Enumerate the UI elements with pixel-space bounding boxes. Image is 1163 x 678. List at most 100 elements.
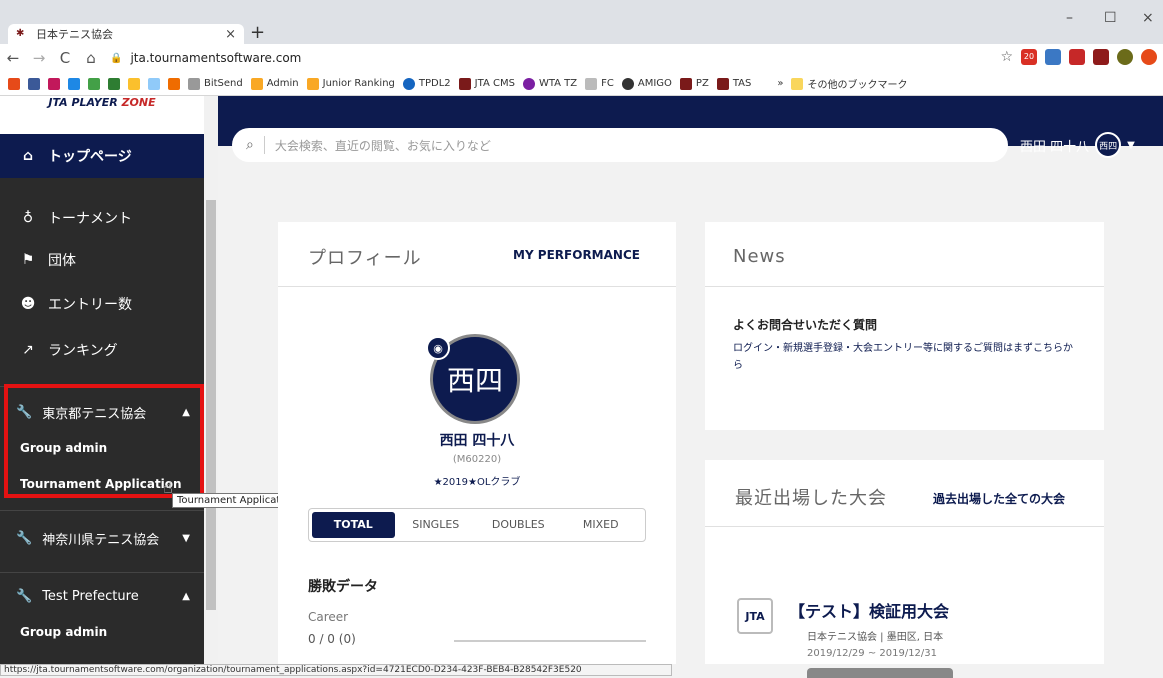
- extension-area: ☆ 20: [1000, 49, 1157, 65]
- other-bookmarks-folder[interactable]: その他のブックマーク: [791, 76, 907, 91]
- sidebar-item-top-page[interactable]: ⌂ トップページ: [0, 134, 204, 178]
- reload-icon[interactable]: C: [52, 49, 78, 67]
- browser-tab[interactable]: ✱ 日本テニス協会 ×: [8, 24, 244, 44]
- address-bar-row: ← → C ⌂ 🔒 jta.tournamentsoftware.com ☆ 2…: [0, 44, 1163, 72]
- faq-heading[interactable]: よくお問合せいただく質問: [733, 316, 877, 333]
- bookmark-amigo[interactable]: AMIGO: [621, 77, 672, 90]
- group-kanagawa: 🔧 神奈川県テニス協会 ▼: [0, 520, 204, 556]
- sidebar-item-entries[interactable]: ☻ エントリー数: [0, 282, 204, 326]
- divider: [705, 526, 1104, 527]
- tab-title: 日本テニス協会: [36, 28, 113, 41]
- url-field[interactable]: jta.tournamentsoftware.com: [130, 51, 301, 65]
- home-icon: ⌂: [22, 148, 34, 164]
- my-performance-link[interactable]: MY PERFORMANCE: [513, 248, 640, 262]
- mail-extension-icon[interactable]: 20: [1021, 49, 1037, 65]
- divider: [278, 286, 676, 287]
- faq-description[interactable]: ログイン・新規選手登録・大会エントリー等に関するご質問はまずこちらから: [733, 340, 1073, 374]
- chart-icon: ↗: [22, 342, 34, 358]
- sidebar-item-team[interactable]: ⚑ 団体: [0, 238, 204, 282]
- star-bookmark-icon[interactable]: ☆: [1000, 49, 1013, 65]
- recent-title: 最近出場した大会: [735, 488, 887, 509]
- lock-icon: 🔒: [110, 52, 123, 64]
- club-name[interactable]: ★2019★OLクラブ: [278, 473, 676, 488]
- career-value: 0 / 0 (0): [308, 632, 356, 646]
- highlight-box: [4, 384, 204, 498]
- bookmark-icon[interactable]: [8, 77, 20, 90]
- group-test-prefecture: 🔧 Test Prefecture ▲ Group admin: [0, 578, 204, 650]
- player-name: 西田 四十八: [439, 433, 515, 449]
- sidebar: JTA PLAYER ZONE ⌂ トップページ ♁ トーナメント ⚑ 団体 ☻…: [0, 96, 218, 664]
- search-input[interactable]: ⌕ 大会検索、直近の閲覧、お気に入りなど: [232, 128, 1008, 162]
- bookmark-fc[interactable]: FC: [585, 77, 614, 90]
- status-badge: [807, 668, 953, 678]
- wrench-icon: 🔧: [16, 530, 33, 546]
- extension-icon[interactable]: [1141, 49, 1157, 65]
- bookmark-tas[interactable]: TAS: [716, 77, 751, 90]
- extension-icon[interactable]: [1045, 49, 1061, 65]
- all-tournaments-link[interactable]: 過去出場した全ての大会: [933, 490, 1065, 507]
- news-title: News: [733, 246, 786, 267]
- camera-icon[interactable]: ◉: [426, 336, 450, 360]
- close-window-button[interactable]: ×: [1142, 10, 1154, 26]
- career-label: Career: [308, 610, 349, 624]
- tab-close-button[interactable]: ×: [225, 27, 236, 42]
- tab-singles[interactable]: SINGLES: [395, 512, 478, 538]
- bookmark-icon[interactable]: [168, 77, 180, 90]
- sidebar-item-label: トップページ: [48, 149, 132, 165]
- extension-icon[interactable]: [1069, 49, 1085, 65]
- divider: [263, 136, 265, 154]
- bookmarks-bar: BitSend Admin Junior Ranking TPDL2 JTA C…: [0, 72, 1163, 96]
- back-icon[interactable]: ←: [0, 49, 26, 67]
- sidebar-item-label: トーナメント: [48, 211, 132, 227]
- tab-total[interactable]: TOTAL: [312, 512, 395, 538]
- forward-icon[interactable]: →: [26, 49, 52, 67]
- divider: [705, 286, 1104, 287]
- facebook-icon[interactable]: [28, 77, 40, 90]
- flag-icon: ⚑: [21, 252, 35, 268]
- group-header-kanagawa[interactable]: 🔧 神奈川県テニス協会 ▼: [0, 520, 204, 556]
- sidebar-item-ranking[interactable]: ↗ ランキング: [0, 328, 204, 372]
- maximize-button[interactable]: ☐: [1104, 10, 1117, 26]
- users-icon: ☻: [20, 296, 36, 312]
- jta-logo: JTA: [737, 598, 773, 634]
- user-name: 西田 四十八: [1020, 139, 1090, 155]
- group-header-test-prefecture[interactable]: 🔧 Test Prefecture ▲: [0, 578, 204, 614]
- bookmark-icon[interactable]: [88, 77, 100, 90]
- sidebar-item-label: 団体: [48, 253, 76, 269]
- search-icon: ⌕: [246, 137, 254, 153]
- caret-down-icon: ▼: [182, 532, 190, 544]
- tab-favicon-icon: ✱: [16, 28, 25, 39]
- sidebar-item-label: ランキング: [48, 343, 118, 359]
- sidebar-item-tournament[interactable]: ♁ トーナメント: [0, 196, 204, 240]
- bookmark-icon[interactable]: [148, 77, 160, 90]
- tab-mixed[interactable]: MIXED: [560, 512, 643, 538]
- bookmark-tpdl2[interactable]: TPDL2: [402, 77, 451, 90]
- bookmark-pz[interactable]: PZ: [679, 77, 709, 90]
- extension-icon[interactable]: [1093, 49, 1109, 65]
- extension-icon[interactable]: [1117, 49, 1133, 65]
- minimize-button[interactable]: –: [1066, 10, 1073, 26]
- user-menu[interactable]: 西田 四十八 西四 ▼: [1020, 132, 1135, 158]
- bookmark-icon[interactable]: [128, 77, 140, 90]
- bookmark-bitsend[interactable]: BitSend: [188, 77, 243, 90]
- bookmark-junior-ranking[interactable]: Junior Ranking: [306, 77, 395, 90]
- bookmark-admin[interactable]: Admin: [250, 77, 299, 90]
- wrench-icon: 🔧: [16, 588, 33, 604]
- tournament-name[interactable]: 【テスト】検証用大会: [789, 598, 949, 622]
- tab-doubles[interactable]: DOUBLES: [477, 512, 560, 538]
- home-icon[interactable]: ⌂: [78, 49, 104, 67]
- sidebar-scrollbar-thumb[interactable]: [206, 200, 216, 610]
- bookmark-wta-tz[interactable]: WTA TZ: [522, 77, 577, 90]
- bookmarks-overflow-button[interactable]: »: [777, 78, 783, 89]
- bookmark-icon[interactable]: [108, 77, 120, 90]
- career-progress-bar: [454, 640, 646, 642]
- medal-icon: ♁: [22, 210, 34, 226]
- bookmark-jta-cms[interactable]: JTA CMS: [458, 77, 515, 90]
- news-card: News よくお問合せいただく質問 ログイン・新規選手登録・大会エントリー等に関…: [705, 222, 1104, 430]
- bookmark-icon[interactable]: [48, 77, 60, 90]
- member-id: (M60220): [452, 454, 502, 465]
- new-tab-button[interactable]: +: [250, 22, 265, 43]
- caret-down-icon: ▼: [1127, 139, 1135, 151]
- bookmark-icon[interactable]: [68, 77, 80, 90]
- group-admin-link[interactable]: Group admin: [0, 614, 204, 650]
